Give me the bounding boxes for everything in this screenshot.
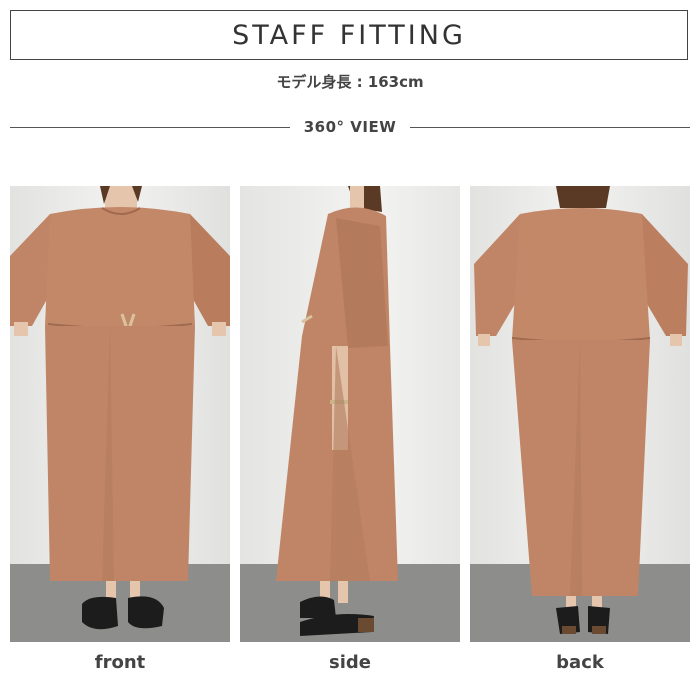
view-label: 360° VIEW [303, 118, 397, 136]
page-title: STAFF FITTING [232, 19, 466, 51]
model-height-text: モデル身長 : 163cm [276, 73, 424, 91]
front-photo [10, 186, 230, 642]
front-caption: front [94, 652, 146, 673]
back-caption: back [556, 652, 604, 673]
divider-line-right [410, 126, 691, 128]
side-photo [240, 186, 460, 642]
back-photo [470, 186, 690, 642]
view-divider: 360° VIEW [10, 115, 691, 139]
back-photo-illustration [470, 186, 690, 642]
title-box: STAFF FITTING [10, 10, 688, 60]
side-photo-illustration [240, 186, 460, 642]
divider-line-left [10, 126, 290, 128]
front-photo-illustration [10, 186, 230, 642]
side-caption: side [329, 652, 371, 673]
